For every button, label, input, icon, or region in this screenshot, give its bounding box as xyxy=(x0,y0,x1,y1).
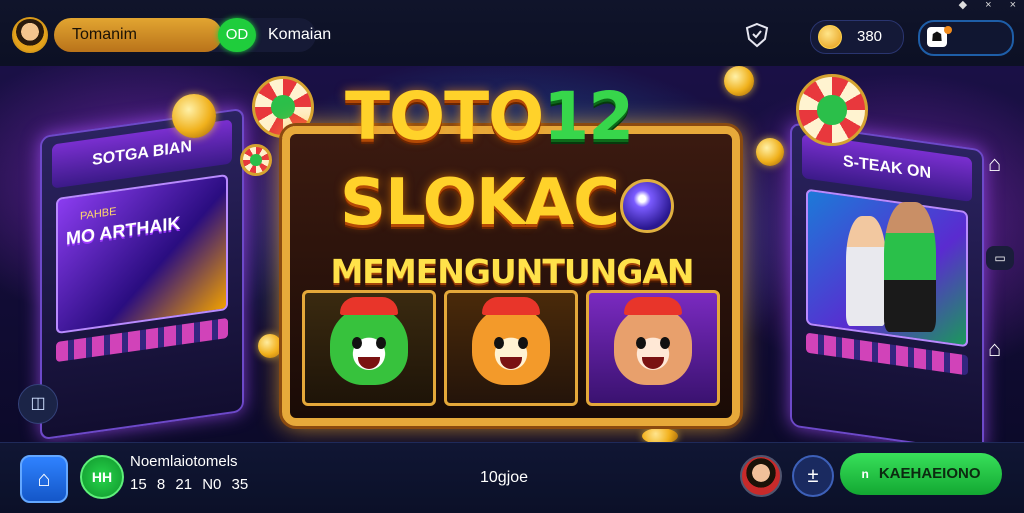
info-title: Noemlaiotomels xyxy=(130,453,238,470)
title-number: 12 xyxy=(543,78,634,155)
bear-icon xyxy=(614,307,692,385)
game-scene: SOTGA BIAN PAHBE MO ARTHAIK S-TEAK ON TO… xyxy=(0,66,1024,442)
friend-avatar[interactable] xyxy=(740,455,782,497)
gold-coin xyxy=(642,428,678,442)
main-action-button[interactable]: n KAEHAEIONO xyxy=(840,453,1002,495)
character-figure xyxy=(884,202,936,332)
top-bar: Tomanim OD Komaian 380 ☗ ◆ × × xyxy=(0,0,1024,67)
casino-chip xyxy=(796,74,868,146)
casino-chip xyxy=(240,144,272,176)
slot-reel[interactable] xyxy=(586,290,720,406)
hat-icon xyxy=(340,297,398,315)
gold-coin xyxy=(724,66,754,96)
close-icon[interactable]: × xyxy=(985,0,991,11)
game-title: TOTO12 xyxy=(345,78,634,155)
gold-coin xyxy=(172,94,216,138)
slot-reel[interactable] xyxy=(302,290,436,406)
coin-icon xyxy=(818,25,842,49)
status-label: Komaian xyxy=(268,26,332,43)
close-icon[interactable]: × xyxy=(1010,0,1016,11)
slot-reel[interactable] xyxy=(444,290,578,406)
character-figure xyxy=(846,216,886,326)
info-values: 15 8 21 N0 35 xyxy=(130,476,249,493)
home-icon[interactable]: ⌂ xyxy=(988,153,1001,175)
hamster-icon xyxy=(472,307,550,385)
gold-coin xyxy=(756,138,784,166)
title-word: TOTO xyxy=(345,78,544,155)
shield-icon[interactable] xyxy=(744,22,770,48)
orb-icon xyxy=(620,179,674,233)
hh-badge-button[interactable]: HH xyxy=(80,455,124,499)
level-badge: OD xyxy=(218,18,256,52)
coin-value: 380 xyxy=(857,28,883,45)
cabinet-screen: PAHBE MO ARTHAIK xyxy=(56,173,228,335)
gem-balance[interactable]: ☗ xyxy=(918,20,1014,56)
home-button[interactable]: ⌂ xyxy=(20,455,68,503)
gold-coin xyxy=(258,334,282,358)
bottom-bar: ⌂ HH Noemlaiotomels 15 8 21 N0 35 10gjoe… xyxy=(0,442,1024,513)
center-label: 10gjoe xyxy=(480,469,529,486)
slot-reels xyxy=(302,290,720,406)
action-icon: n xyxy=(861,467,869,481)
hat-icon xyxy=(624,297,682,315)
location-icon: ◆ xyxy=(958,0,968,11)
hat-icon xyxy=(482,297,540,315)
game-title-line2: SLOKAC xyxy=(340,166,620,240)
plus-minus-button[interactable]: ± xyxy=(792,455,834,497)
green-cat-icon xyxy=(330,307,408,385)
menu-round-button[interactable]: ◫ xyxy=(18,384,58,424)
player-avatar[interactable] xyxy=(12,17,48,53)
chat-icon[interactable]: ▭ xyxy=(986,246,1014,270)
player-name: Tomanim xyxy=(54,18,222,52)
notification-dot xyxy=(944,26,952,34)
screen-caption: PAHBE xyxy=(80,205,117,223)
coin-balance[interactable]: 380 xyxy=(810,20,904,54)
action-label: KAEHAEIONO xyxy=(878,465,981,482)
arcade-cabinet-left: SOTGA BIAN PAHBE MO ARTHAIK xyxy=(40,107,244,441)
home-icon[interactable]: ⌂ xyxy=(988,338,1001,360)
game-subtitle: MEMENGUNTUNGAN xyxy=(330,252,694,291)
player-info-pill[interactable]: Tomanim OD Komaian xyxy=(54,18,331,52)
system-icons: ◆ × × xyxy=(958,0,1016,11)
